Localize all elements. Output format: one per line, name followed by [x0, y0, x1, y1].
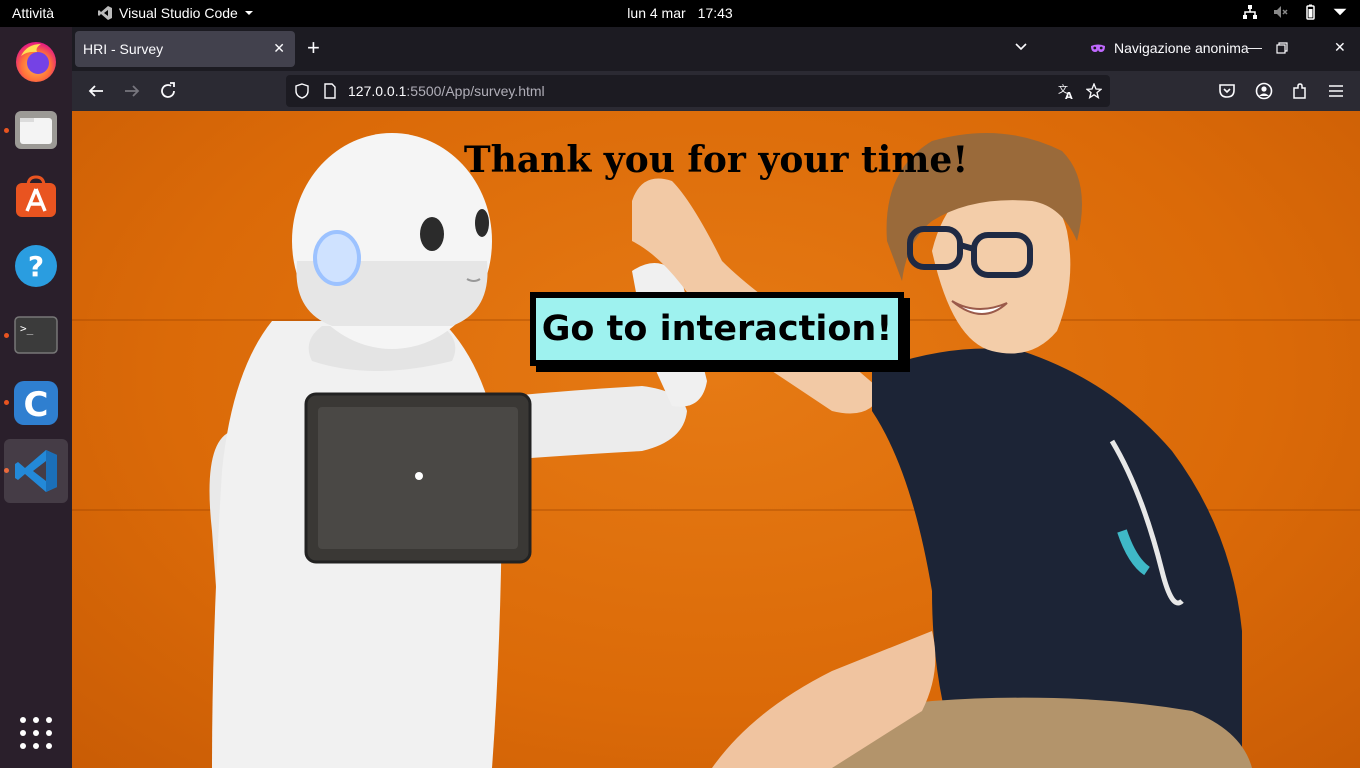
terminal-icon[interactable]: >_ [12, 311, 60, 359]
go-to-interaction-button[interactable]: Go to interaction! [530, 292, 904, 366]
running-indicator [4, 128, 9, 133]
folder-glyph [15, 111, 57, 149]
shopping-bag-glyph [16, 175, 56, 217]
close-window-button[interactable]: ✕ [1334, 39, 1346, 56]
svg-text:?: ? [28, 250, 44, 283]
tab-title: HRI - Survey [83, 41, 164, 57]
clock[interactable]: lun 4 mar 17:43 [0, 5, 1360, 21]
shield-icon[interactable] [294, 83, 310, 99]
system-menu-chevron-icon [1333, 8, 1347, 16]
bookmark-star-icon[interactable] [1086, 83, 1102, 99]
system-top-bar: Attività Visual Studio Code lun 4 mar 17… [0, 0, 1360, 27]
letter-c-glyph: C [14, 381, 58, 425]
running-indicator [4, 400, 9, 405]
firefox-icon[interactable] [12, 37, 60, 85]
navigation-toolbar: 127.0.0.1:5500/App/survey.html 文A [72, 71, 1360, 111]
firefox-glyph [16, 42, 56, 82]
boy-illustration [632, 133, 1252, 768]
svg-text:>_: >_ [20, 322, 34, 335]
running-indicator [4, 333, 9, 338]
close-tab-icon[interactable]: ✕ [273, 40, 285, 57]
private-mask-icon [1091, 44, 1105, 52]
pocket-icon[interactable] [1217, 81, 1237, 101]
network-icon [1243, 5, 1257, 19]
clock-time: 17:43 [697, 5, 733, 21]
translate-icon[interactable]: 文A [1058, 83, 1074, 99]
battery-icon [1306, 4, 1315, 20]
survey-page: Thank you for your time! Go to interacti… [72, 111, 1360, 768]
app-center-icon[interactable] [12, 173, 60, 221]
clock-date: lun 4 mar [627, 5, 686, 21]
minimize-button[interactable]: — [1248, 39, 1262, 55]
terminal-glyph: >_ [14, 316, 58, 354]
url-host: 127.0.0.1 [348, 83, 407, 99]
background-photo [209, 133, 1252, 768]
url-path: :5500/App/survey.html [406, 83, 545, 99]
dock: ? >_ C [0, 27, 72, 768]
show-applications-icon[interactable] [20, 717, 52, 749]
forward-arrow-icon[interactable] [122, 81, 142, 101]
reload-icon[interactable] [158, 81, 178, 101]
private-browsing-indicator: Navigazione anonima [1090, 40, 1249, 56]
vscode-icon[interactable] [4, 439, 68, 503]
svg-text:A: A [1065, 91, 1073, 99]
code-c-icon[interactable]: C [12, 379, 60, 427]
extensions-icon[interactable] [1290, 81, 1310, 101]
menu-hamburger-icon[interactable] [1326, 81, 1346, 101]
page-info-icon[interactable] [322, 83, 338, 99]
svg-text:C: C [24, 385, 49, 425]
help-icon[interactable]: ? [12, 242, 60, 290]
volume-muted-icon [1274, 6, 1288, 18]
back-arrow-icon[interactable] [86, 81, 106, 101]
restore-button[interactable] [1276, 42, 1288, 54]
new-tab-button[interactable]: + [307, 37, 320, 59]
tab-hri-survey[interactable]: HRI - Survey ✕ [75, 31, 295, 67]
url-text: 127.0.0.1:5500/App/survey.html [348, 83, 545, 99]
address-bar[interactable]: 127.0.0.1:5500/App/survey.html 文A [286, 75, 1110, 107]
system-tray[interactable] [1242, 4, 1348, 20]
files-icon[interactable] [12, 106, 60, 154]
tab-strip: HRI - Survey ✕ + Navigazione anonima — ✕ [72, 27, 1360, 71]
vscode-glyph [15, 450, 57, 492]
private-label: Navigazione anonima [1114, 40, 1249, 56]
page-title: Thank you for your time! [463, 139, 969, 181]
list-all-tabs-icon[interactable] [1014, 40, 1028, 54]
question-mark-glyph: ? [15, 245, 57, 287]
account-icon[interactable] [1254, 81, 1274, 101]
firefox-window: HRI - Survey ✕ + Navigazione anonima — ✕… [72, 27, 1360, 768]
